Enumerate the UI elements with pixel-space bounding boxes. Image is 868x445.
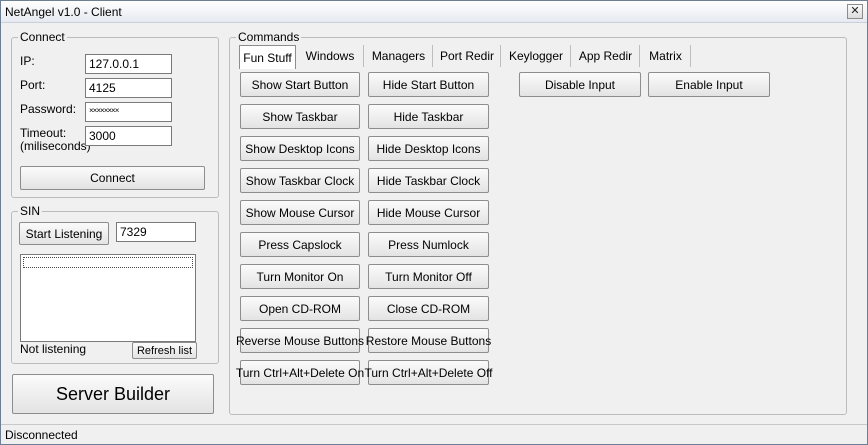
show-taskbar-button[interactable]: Show Taskbar (240, 104, 360, 129)
port-input[interactable]: 4125 (85, 78, 172, 98)
start-listening-button[interactable]: Start Listening (19, 222, 109, 245)
ctrl-alt-delete-off-button[interactable]: Turn Ctrl+Alt+Delete Off (364, 360, 493, 385)
ctrl-alt-delete-on-button[interactable]: Turn Ctrl+Alt+Delete On (236, 360, 364, 385)
show-taskbar-clock-button[interactable]: Show Taskbar Clock (240, 168, 360, 193)
tab-windows[interactable]: Windows (297, 45, 364, 67)
hide-mouse-cursor-button[interactable]: Hide Mouse Cursor (368, 200, 489, 225)
timeout-unit-label: (miliseconds) (20, 139, 91, 153)
enable-input-button[interactable]: Enable Input (648, 72, 770, 97)
port-label: Port: (20, 78, 46, 92)
title-bar[interactable]: NetAngel v1.0 - Client ✕ (1, 1, 867, 23)
window-title: NetAngel v1.0 - Client (5, 5, 122, 19)
show-start-button[interactable]: Show Start Button (240, 72, 360, 97)
sin-port-input[interactable]: 7329 (116, 222, 196, 242)
server-builder-button[interactable]: Server Builder (12, 374, 214, 414)
tab-managers[interactable]: Managers (365, 45, 433, 67)
tab-fun-stuff[interactable]: Fun Stuff (239, 45, 296, 69)
status-bar: Disconnected (1, 424, 867, 444)
commands-group-legend: Commands (236, 30, 302, 44)
fun-stuff-panel: Show Start Button Show Taskbar Show Desk… (236, 67, 839, 389)
sin-status-text: Not listening (20, 342, 87, 356)
timeout-input[interactable]: 3000 (85, 126, 172, 146)
tab-app-redir[interactable]: App Redir (572, 45, 640, 67)
hide-desktop-icons-button[interactable]: Hide Desktop Icons (368, 136, 489, 161)
turn-monitor-off-button[interactable]: Turn Monitor Off (368, 264, 489, 289)
app-window: NetAngel v1.0 - Client ✕ Connect IP: 127… (0, 0, 868, 445)
hide-start-button[interactable]: Hide Start Button (368, 72, 489, 97)
hide-taskbar-button[interactable]: Hide Taskbar (368, 104, 489, 129)
password-label: Password: (20, 102, 77, 116)
status-text: Disconnected (5, 428, 78, 442)
sin-group-legend: SIN (18, 204, 43, 218)
close-cd-rom-button[interactable]: Close CD-ROM (368, 296, 489, 321)
tab-matrix[interactable]: Matrix (641, 45, 691, 67)
list-focus-rect (23, 257, 193, 268)
turn-monitor-on-button[interactable]: Turn Monitor On (240, 264, 360, 289)
refresh-list-button[interactable]: Refresh list (132, 342, 197, 359)
ip-label: IP: (20, 54, 35, 68)
connection-list[interactable] (20, 254, 196, 342)
show-mouse-cursor-button[interactable]: Show Mouse Cursor (240, 200, 360, 225)
press-capslock-button[interactable]: Press Capslock (240, 232, 360, 257)
press-numlock-button[interactable]: Press Numlock (368, 232, 489, 257)
connect-button[interactable]: Connect (20, 166, 205, 190)
tab-keylogger[interactable]: Keylogger (502, 45, 571, 67)
reverse-mouse-buttons-button[interactable]: Reverse Mouse Buttons (236, 328, 364, 353)
password-input[interactable]: ×××××××× (85, 102, 172, 122)
hide-taskbar-clock-button[interactable]: Hide Taskbar Clock (368, 168, 489, 193)
show-desktop-icons-button[interactable]: Show Desktop Icons (240, 136, 360, 161)
restore-mouse-buttons-button[interactable]: Restore Mouse Buttons (366, 328, 491, 353)
tab-port-redir[interactable]: Port Redir (434, 45, 501, 67)
close-icon[interactable]: ✕ (847, 4, 863, 19)
ip-input[interactable]: 127.0.0.1 (85, 54, 172, 74)
connect-group-legend: Connect (18, 30, 67, 44)
disable-input-button[interactable]: Disable Input (519, 72, 641, 97)
open-cd-rom-button[interactable]: Open CD-ROM (240, 296, 360, 321)
